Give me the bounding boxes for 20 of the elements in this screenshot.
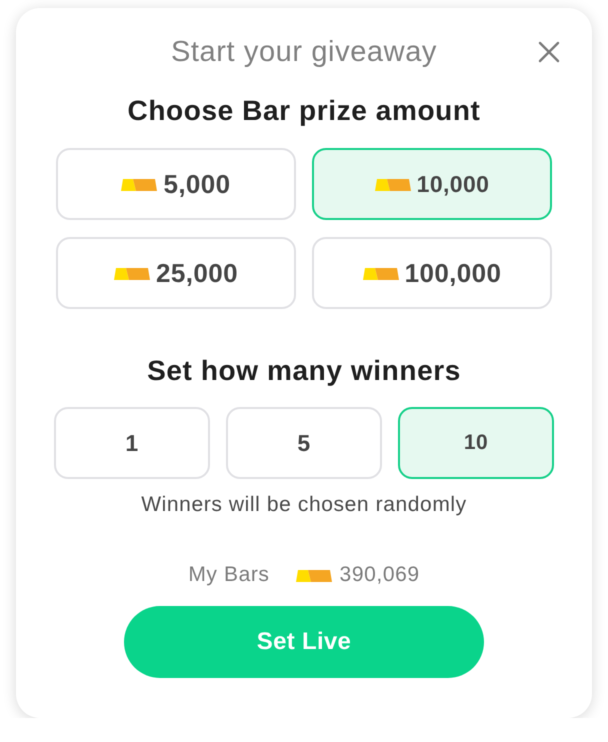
close-icon: [538, 41, 560, 63]
section-heading: Choose Bar prize amount: [126, 95, 482, 127]
ingot-icon: [296, 570, 332, 582]
prize-option[interactable]: 5,000: [56, 148, 296, 220]
prize-option[interactable]: 100,000: [312, 237, 552, 309]
winners-note: Winners will be chosen randomly: [140, 492, 468, 518]
winner-count-option[interactable]: 10: [398, 407, 554, 479]
prize-option[interactable]: 10,000: [312, 148, 552, 220]
section-heading: Set how many winners: [146, 355, 462, 387]
ingot-icon: [121, 179, 158, 191]
balance-label: My Bars: [188, 562, 270, 588]
close-button[interactable]: [538, 41, 560, 63]
prize-option[interactable]: 25,000: [56, 237, 296, 309]
ingot-icon: [362, 268, 399, 280]
dialog-title: Start your giveaway: [170, 35, 438, 70]
winner-count-option[interactable]: 5: [226, 407, 382, 479]
ingot-icon: [114, 268, 150, 280]
winner-count-option[interactable]: 1: [54, 407, 210, 479]
ingot-icon: [374, 179, 411, 191]
balance-amount: 390,069: [340, 562, 420, 588]
